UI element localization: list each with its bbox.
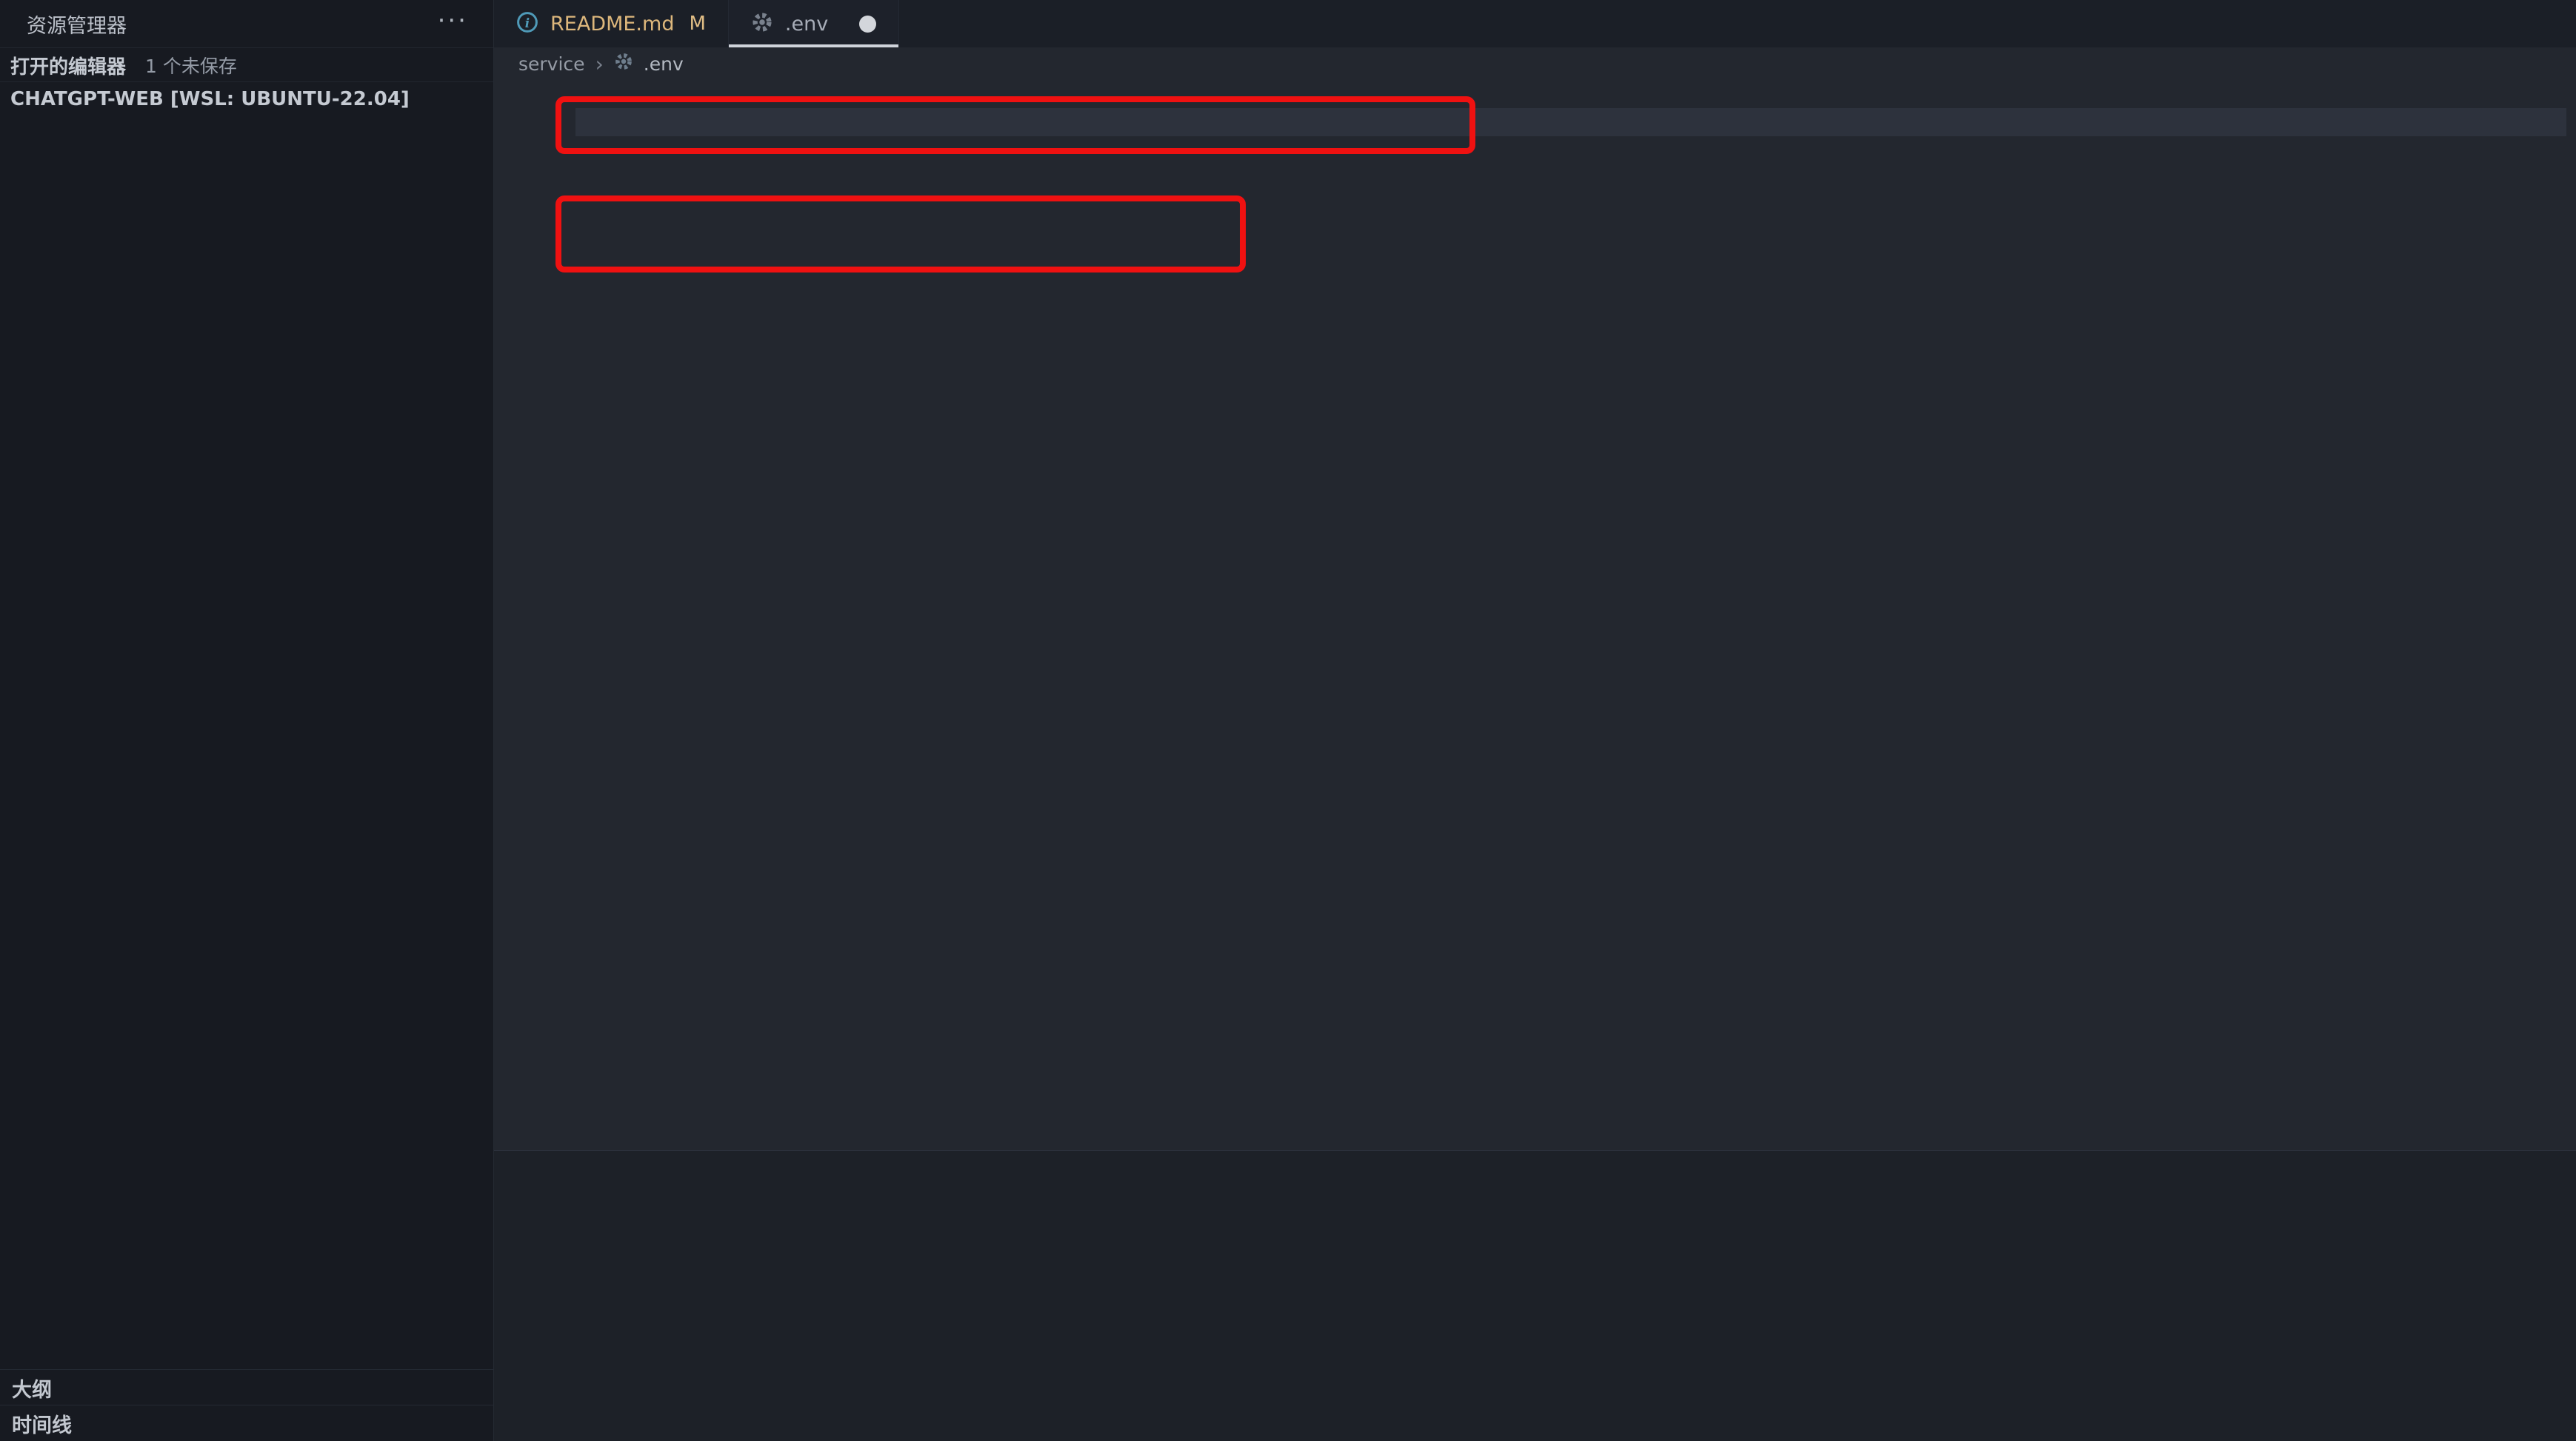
bottom-panel (494, 1150, 2576, 1441)
outline-section[interactable]: 大纲 (0, 1369, 493, 1405)
breadcrumb-folder[interactable]: service (518, 53, 585, 75)
timeline-section[interactable]: 时间线 (0, 1405, 493, 1441)
code-editor[interactable] (494, 80, 2576, 1150)
breadcrumb-file[interactable]: .env (644, 53, 684, 75)
tab-readme[interactable]: i README.md M (494, 0, 729, 47)
unsaved-dot-icon[interactable] (859, 16, 876, 33)
unsaved-count-badge: 1 个未保存 (145, 52, 237, 78)
explorer-header: 资源管理器 ··· (0, 0, 493, 47)
tab-readme-label: README.md (550, 13, 674, 36)
info-icon: i (516, 11, 538, 36)
explorer-title: 资源管理器 (27, 10, 127, 39)
timeline-label: 时间线 (12, 1409, 72, 1438)
gear-icon (751, 11, 773, 36)
git-modified-badge: M (689, 13, 705, 35)
annotation-red-box-2 (555, 195, 1246, 273)
chevron-right-icon: › (595, 52, 604, 76)
tab-env[interactable]: .env (729, 0, 899, 47)
tab-env-label: .env (785, 13, 828, 36)
svg-text:i: i (525, 16, 530, 30)
open-editors-label: 打开的编辑器 (10, 52, 126, 79)
current-line-highlight (575, 108, 2566, 136)
panel-tabbar (494, 1151, 2576, 1197)
vscode-window: 资源管理器 ··· 打开的编辑器 1 个未保存 CHATGPT-WEB [WSL… (0, 0, 2576, 1441)
editor-tabbar: i README.md M .env (494, 0, 2576, 47)
open-editors-section[interactable]: 打开的编辑器 1 个未保存 (0, 47, 493, 82)
outline-label: 大纲 (12, 1374, 52, 1402)
project-root-label: CHATGPT-WEB [WSL: UBUNTU-22.04] (10, 88, 410, 110)
gear-icon (614, 52, 633, 76)
breadcrumb: service › .env (494, 47, 2576, 80)
more-actions-icon[interactable]: ··· (438, 6, 468, 36)
project-root-section[interactable]: CHATGPT-WEB [WSL: UBUNTU-22.04] (0, 81, 493, 116)
explorer-sidebar: 资源管理器 ··· 打开的编辑器 1 个未保存 CHATGPT-WEB [WSL… (0, 0, 494, 1441)
